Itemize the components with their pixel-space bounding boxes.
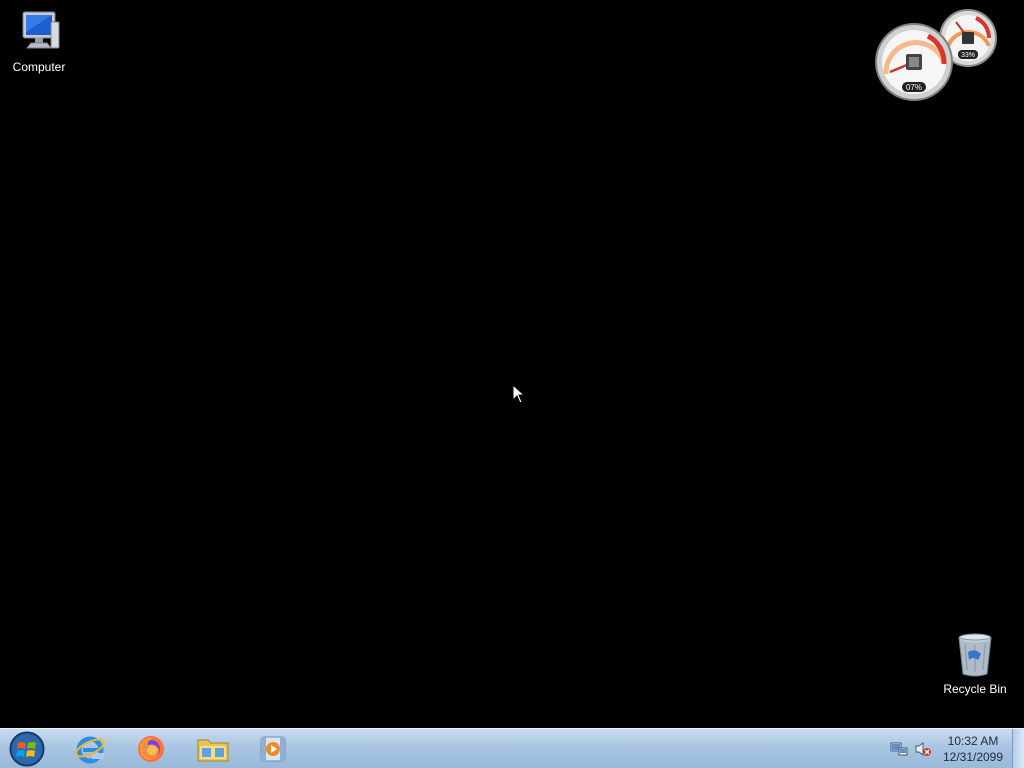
cpu-percent-label: 07% <box>906 83 922 92</box>
taskbar: 10:32 AM 12/31/2099 <box>0 728 1024 768</box>
network-icon[interactable] <box>890 741 908 757</box>
taskbar-internet-explorer-button[interactable] <box>70 731 110 767</box>
cpu-meter-gadget[interactable]: 33% 07% <box>872 8 1002 104</box>
cpu-gauge: 07% <box>875 23 953 101</box>
windows-logo-icon <box>9 731 45 767</box>
taskbar-media-player-button[interactable] <box>253 731 293 767</box>
start-button[interactable] <box>6 730 48 768</box>
computer-icon <box>15 8 63 56</box>
taskbar-file-explorer-button[interactable] <box>193 731 233 767</box>
desktop-icon-label: Computer <box>12 60 66 74</box>
system-tray: 10:32 AM 12/31/2099 <box>884 729 1024 768</box>
memory-percent-label: 33% <box>961 52 975 59</box>
desktop-icon-recycle-bin[interactable]: Recycle Bin <box>936 630 1014 696</box>
desktop-icon-label: Recycle Bin <box>943 682 1007 696</box>
volume-muted-icon[interactable] <box>914 741 932 757</box>
file-explorer-icon <box>197 739 229 762</box>
show-desktop-button[interactable] <box>1012 729 1024 768</box>
taskbar-firefox-button[interactable] <box>131 731 171 767</box>
internet-explorer-icon <box>75 736 105 764</box>
clock-date: 12/31/2099 <box>942 750 1004 764</box>
desktop-icon-computer[interactable]: Computer <box>0 8 78 74</box>
clock-time: 10:32 AM <box>947 734 999 748</box>
recycle-bin-icon <box>951 630 999 678</box>
firefox-icon <box>138 736 164 762</box>
mouse-cursor-icon <box>512 383 526 404</box>
media-player-icon <box>260 736 286 762</box>
clock[interactable]: 10:32 AM 12/31/2099 <box>938 733 1008 765</box>
desktop: Computer Recycle Bin 33% 07% 10:32 AM 12… <box>0 0 1024 768</box>
